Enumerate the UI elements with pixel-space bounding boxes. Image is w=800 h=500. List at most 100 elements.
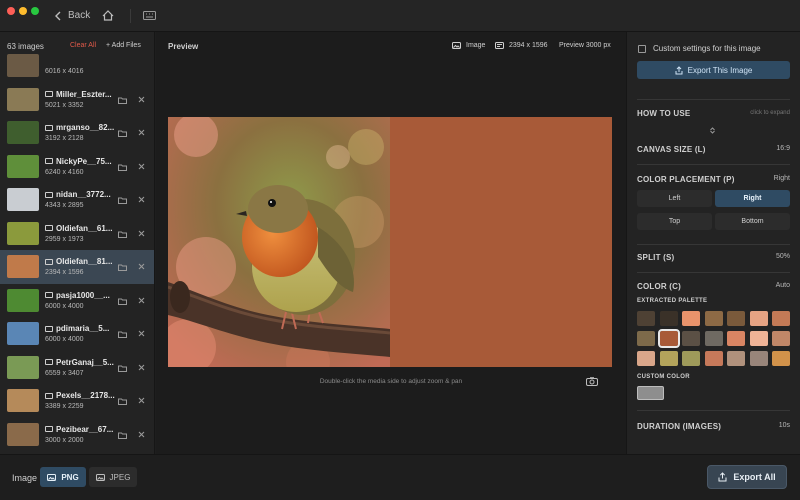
- palette-swatch[interactable]: [637, 351, 655, 366]
- folder-icon[interactable]: [118, 432, 127, 439]
- palette-swatch[interactable]: [727, 351, 745, 366]
- remove-icon[interactable]: [138, 397, 145, 404]
- palette-swatch[interactable]: [637, 331, 655, 346]
- palette-swatch[interactable]: [772, 311, 790, 326]
- palette-swatch[interactable]: [749, 311, 768, 326]
- palette-swatch[interactable]: [749, 351, 768, 366]
- custom-settings-checkbox[interactable]: [638, 44, 646, 53]
- image-thumbnail: [7, 389, 39, 412]
- expand-chevrons-icon[interactable]: [709, 127, 716, 134]
- back-button[interactable]: Back: [54, 10, 90, 21]
- image-name: pasja1000__...: [45, 291, 110, 300]
- image-name: Miller_Eszter...: [45, 90, 112, 99]
- robin-photo[interactable]: [168, 117, 390, 367]
- home-icon[interactable]: [102, 10, 114, 21]
- remove-icon[interactable]: [138, 163, 145, 170]
- image-list-item[interactable]: Miller_Eszter... 5021 x 3352: [0, 83, 154, 117]
- palette-swatch[interactable]: [682, 331, 700, 346]
- folder-icon[interactable]: [118, 197, 127, 204]
- palette-swatch[interactable]: [659, 351, 678, 366]
- close-window-button[interactable]: [7, 7, 15, 15]
- keyboard-icon[interactable]: [143, 11, 156, 20]
- image-list-item[interactable]: mrganso__82... 3192 x 2128: [0, 116, 154, 150]
- folder-icon[interactable]: [118, 231, 127, 238]
- image-dimensions: 3000 x 2000: [45, 436, 84, 444]
- remove-icon[interactable]: [138, 263, 145, 270]
- image-list-item[interactable]: Oldiefan__61... 2959 x 1973: [0, 217, 154, 251]
- image-list-item[interactable]: nidan__3772... 4343 x 2895: [0, 183, 154, 217]
- image-name-label: PetrGanaj__5...: [56, 357, 114, 367]
- remove-icon[interactable]: [138, 196, 145, 203]
- image-list-item[interactable]: Pezibear__67... 3000 x 2000: [0, 418, 154, 452]
- export-all-button[interactable]: Export All: [707, 465, 787, 489]
- duration-section[interactable]: DURATION (IMAGES): [637, 422, 721, 431]
- folder-icon[interactable]: [118, 298, 127, 305]
- canvas-preview[interactable]: [168, 117, 612, 367]
- canvas-size-section[interactable]: CANVAS SIZE (L): [637, 145, 706, 154]
- remove-icon[interactable]: [138, 364, 145, 371]
- image-list-item[interactable]: pdimaria__5... 6000 x 4000: [0, 317, 154, 351]
- split-section[interactable]: SPLIT (S): [637, 253, 674, 262]
- title-bar: Back: [0, 0, 800, 32]
- image-icon: [452, 42, 461, 49]
- palette-swatch[interactable]: [727, 331, 745, 346]
- remove-icon[interactable]: [138, 297, 145, 304]
- palette-swatch[interactable]: [659, 311, 678, 326]
- placement-option-bottom[interactable]: Bottom: [715, 213, 790, 230]
- image-list-item[interactable]: NickyPe__75... 6240 x 4160: [0, 150, 154, 184]
- add-files-button[interactable]: + Add Files: [106, 42, 141, 49]
- bottom-bar: Image PNG JPEG Export All: [0, 454, 800, 500]
- palette-swatch[interactable]: [704, 351, 723, 366]
- folder-icon[interactable]: [118, 164, 127, 171]
- palette-swatch[interactable]: [727, 311, 745, 326]
- placement-option-right[interactable]: Right: [715, 190, 790, 207]
- folder-icon[interactable]: [118, 130, 127, 137]
- camera-icon[interactable]: [586, 377, 598, 386]
- share-icon: [718, 472, 727, 482]
- image-list-item[interactable]: pasja1000__... 6000 x 4000: [0, 284, 154, 318]
- remove-icon[interactable]: [138, 431, 145, 438]
- image-list-item[interactable]: Pexels__2178... 3389 x 2259: [0, 384, 154, 418]
- placement-option-left[interactable]: Left: [637, 190, 712, 207]
- minimize-window-button[interactable]: [19, 7, 27, 15]
- remove-icon[interactable]: [138, 330, 145, 337]
- palette-swatch[interactable]: [682, 311, 700, 326]
- palette-swatch[interactable]: [657, 329, 680, 348]
- export-this-image-button[interactable]: Export This Image: [637, 61, 790, 79]
- image-list-item[interactable]: 6016 x 4016: [0, 49, 154, 83]
- divider: [637, 99, 790, 100]
- png-format-button[interactable]: PNG: [40, 467, 86, 487]
- image-list-item[interactable]: Oldiefan__81... 2394 x 1596: [0, 250, 154, 284]
- image-thumbnail: [7, 188, 39, 211]
- image-name: Pexels__2178...: [45, 391, 115, 400]
- folder-icon[interactable]: [118, 331, 127, 338]
- folder-icon[interactable]: [118, 264, 127, 271]
- chevron-left-icon: [55, 11, 61, 20]
- placement-option-top[interactable]: Top: [637, 213, 712, 230]
- palette-swatch[interactable]: [772, 351, 790, 366]
- zoom-window-button[interactable]: [31, 7, 39, 15]
- clear-all-button[interactable]: Clear All: [70, 42, 96, 49]
- image-icon: [95, 473, 105, 481]
- image-icon: [47, 473, 57, 481]
- folder-icon[interactable]: [118, 97, 127, 104]
- image-name-label: Miller_Eszter...: [56, 89, 112, 99]
- palette-swatch[interactable]: [682, 351, 700, 366]
- palette-swatch[interactable]: [772, 331, 790, 346]
- custom-color-swatch[interactable]: [637, 386, 664, 400]
- jpeg-format-button[interactable]: JPEG: [89, 467, 137, 487]
- remove-icon[interactable]: [138, 96, 145, 103]
- how-to-use-section[interactable]: HOW TO USE: [637, 109, 690, 118]
- custom-settings-toggle[interactable]: Custom settings for this image: [638, 44, 761, 53]
- palette-swatch[interactable]: [704, 331, 723, 346]
- remove-icon[interactable]: [138, 230, 145, 237]
- palette-swatch[interactable]: [637, 311, 655, 326]
- image-list-item[interactable]: PetrGanaj__5... 6559 x 3407: [0, 351, 154, 385]
- robin-illustration: [168, 117, 390, 367]
- image-thumbnail: [7, 154, 39, 178]
- folder-icon[interactable]: [118, 365, 127, 372]
- palette-swatch[interactable]: [704, 311, 723, 326]
- folder-icon[interactable]: [118, 398, 127, 405]
- palette-swatch[interactable]: [749, 331, 768, 346]
- remove-icon[interactable]: [138, 129, 145, 136]
